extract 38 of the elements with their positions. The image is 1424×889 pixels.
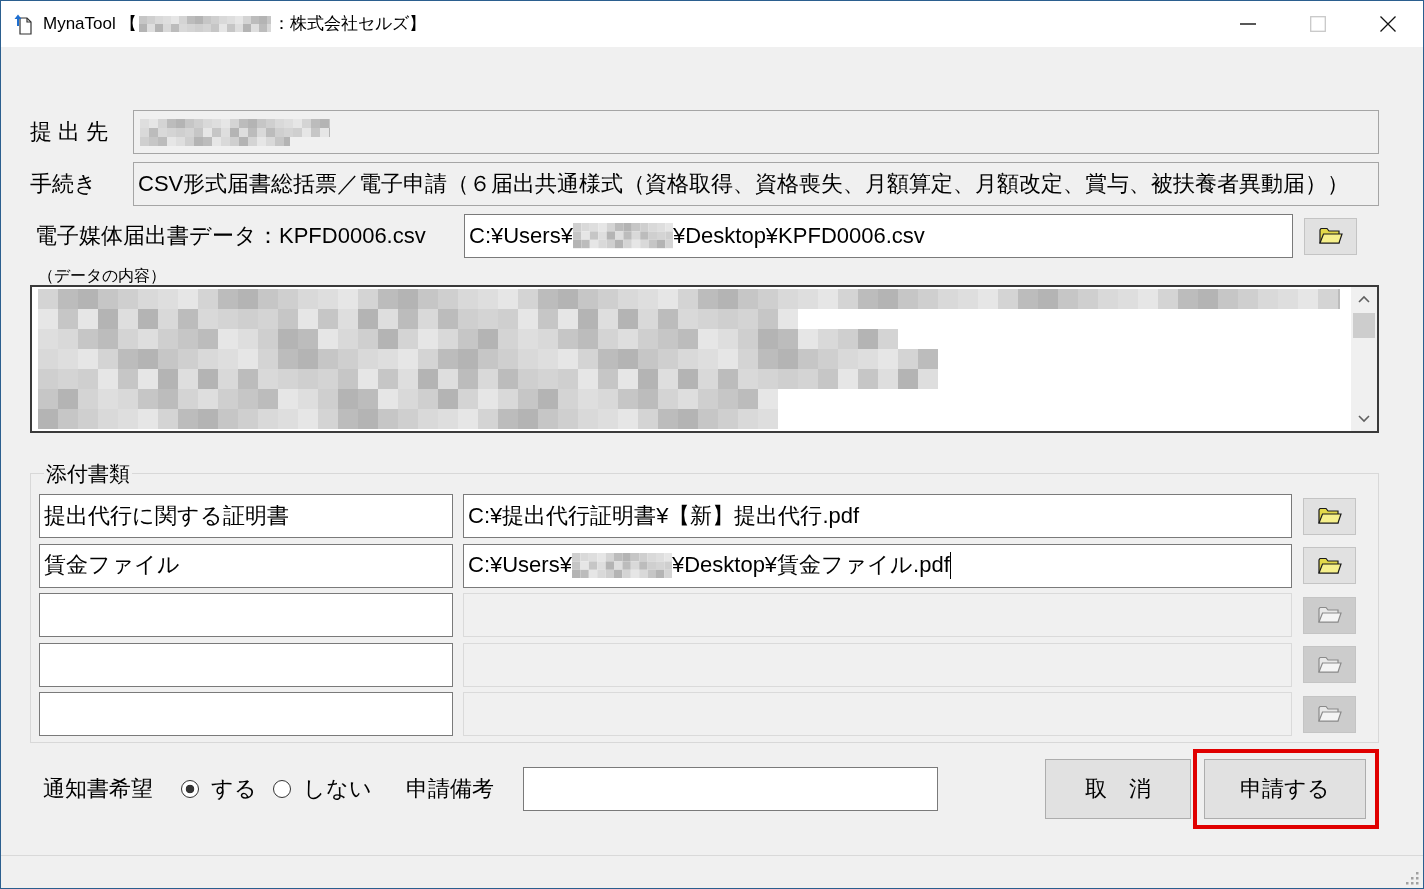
radio-label[interactable]: する: [211, 776, 257, 803]
window-title: MynaTool 【: [43, 13, 138, 35]
document-arrow-icon: [14, 13, 33, 35]
radio-button[interactable]: [273, 780, 291, 799]
window-title: ：株式会社セルズ】: [273, 13, 427, 35]
procedure-field[interactable]: CSV形式届書総括票／電子申請（６届出共通様式（資格取得、資格喪失、月額算定、月額改定、賞与、被扶養者異動届））: [133, 162, 1379, 206]
vertical-scrollbar[interactable]: [1351, 287, 1377, 431]
scrollbar-thumb[interactable]: [1353, 313, 1375, 338]
radio-button[interactable]: [181, 780, 199, 799]
chevron-up-icon[interactable]: [1358, 295, 1370, 303]
folder-icon: [1317, 507, 1342, 526]
field-label: 手続き: [30, 170, 98, 198]
resize-grip-icon[interactable]: [1406, 872, 1419, 885]
field-label: 申請備考: [406, 776, 494, 803]
folder-icon: [1317, 556, 1342, 575]
browse-button[interactable]: [1303, 547, 1356, 585]
field-label: 電子媒体届出書データ：KPFD0006.csv: [34, 222, 427, 250]
radio-label[interactable]: しない: [303, 776, 372, 803]
cancel-button[interactable]: 取 消: [1045, 759, 1191, 820]
submit-button[interactable]: 申請する: [1204, 759, 1366, 820]
submitter-field[interactable]: [133, 110, 1379, 154]
folder-icon: [1317, 606, 1342, 625]
document-name-field[interactable]: 提出代行に関する証明書: [39, 494, 453, 539]
folder-icon: [1317, 655, 1342, 674]
field-label: 提 出 先: [30, 118, 110, 146]
browse-button[interactable]: [1303, 497, 1356, 535]
remarks-field[interactable]: [523, 767, 938, 812]
field-label: 通知書希望: [43, 776, 153, 803]
file-path-field[interactable]: C:¥Users¥ ¥Desktop¥賃金ファイル.pdf: [463, 543, 1292, 588]
document-name-field[interactable]: 賃金ファイル: [39, 543, 453, 588]
file-path-field[interactable]: C:¥提出代行証明書¥【新】提出代行.pdf: [463, 494, 1292, 539]
section-label: （データの内容）: [37, 265, 167, 285]
folder-icon: [1318, 227, 1343, 245]
browse-button[interactable]: [1304, 217, 1357, 255]
chevron-down-icon[interactable]: [1358, 415, 1370, 423]
file-path-field[interactable]: C:¥Users¥ ¥Desktop¥KPFD0006.csv: [464, 214, 1293, 258]
folder-icon: [1317, 705, 1342, 724]
group-title: 添付書類: [45, 461, 131, 487]
